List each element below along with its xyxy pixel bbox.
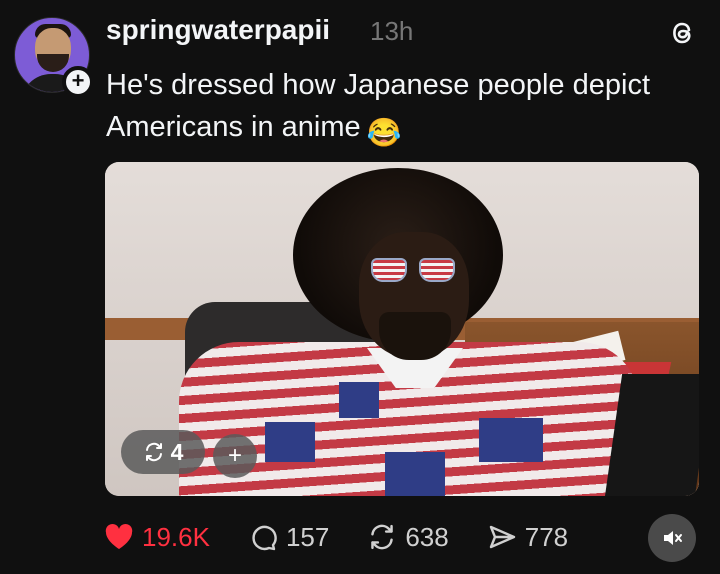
share-icon [489,525,515,549]
repost-button[interactable]: 638 [367,521,449,553]
threads-post: + springwaterpapii 13h He's dressed how … [0,0,720,574]
reply-count: 157 [285,521,330,552]
author-username[interactable]: springwaterpapii [106,14,330,46]
reply-button[interactable]: 157 [248,522,329,553]
threads-logo-icon[interactable] [665,16,699,50]
plus-icon: + [227,442,242,469]
comment-icon [252,525,277,551]
plus-icon: + [71,68,85,93]
media-add-button[interactable]: + [213,434,257,478]
mute-toggle-button[interactable] [648,514,696,562]
share-button[interactable]: 778 [487,522,568,553]
repost-icon [145,442,162,462]
follow-plus-button[interactable]: + [62,66,94,98]
heart-icon [105,524,133,549]
mute-icon [664,531,682,545]
repost-count: 638 [405,521,449,552]
share-count: 778 [524,521,569,552]
repost-icon [371,524,394,550]
like-count: 19.6K [142,521,210,552]
post-media-image[interactable]: 4 + [105,162,699,496]
post-timestamp: 13h [370,16,414,46]
media-repost-badge[interactable]: 4 [121,430,205,474]
media-repost-count: 4 [170,438,184,465]
laughing-emoji: 😂 [366,117,402,148]
post-caption: He's dressed how Japanese people depict … [106,64,666,154]
like-button[interactable]: 19.6K [104,522,210,553]
action-bar: 19.6K 157 638 778 [104,515,606,559]
